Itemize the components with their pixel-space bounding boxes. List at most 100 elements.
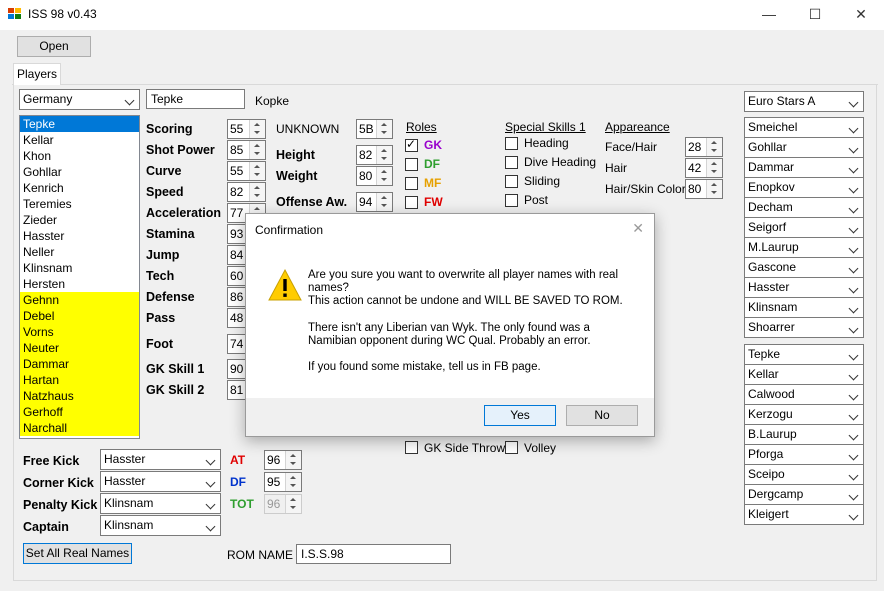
stepper-arrows-icon[interactable] <box>376 193 392 211</box>
role-label: DF <box>424 157 440 171</box>
role-gk-checkbox[interactable] <box>405 137 418 152</box>
player-list-item[interactable]: Gohllar <box>20 164 139 180</box>
player-list-item[interactable]: Klinsnam <box>20 260 139 276</box>
stepper-arrows-icon[interactable] <box>285 473 301 491</box>
player-list-item[interactable]: Hasster <box>20 228 139 244</box>
lineup-select[interactable]: Kleigert <box>744 504 864 525</box>
tab-players[interactable]: Players <box>13 63 61 85</box>
stepper-arrows-icon[interactable] <box>706 159 722 177</box>
height-stepper[interactable]: 82 <box>356 145 393 165</box>
lineup-select[interactable]: M.Laurup <box>744 237 864 258</box>
lineup-select[interactable]: Gascone <box>744 257 864 278</box>
stepper-arrows-icon[interactable] <box>249 162 265 180</box>
player-list-item[interactable]: Kellar <box>20 132 139 148</box>
close-icon[interactable]: ✕ <box>838 0 884 30</box>
stepper-arrows-icon[interactable] <box>285 495 301 513</box>
set-piece-label: Penalty Kick <box>23 498 98 512</box>
appearance-stepper[interactable]: 80 <box>685 179 723 199</box>
rom-name-input[interactable]: I.S.S.98 <box>296 544 451 564</box>
yes-button[interactable]: Yes <box>484 405 556 426</box>
skill-checkbox[interactable] <box>505 194 518 207</box>
lineup-select[interactable]: Seigorf <box>744 217 864 238</box>
lineup-player: Kerzogu <box>748 407 793 421</box>
stepper-arrows-icon[interactable] <box>376 146 392 164</box>
lineup-select[interactable]: Decham <box>744 197 864 218</box>
player-list-item[interactable]: Neller <box>20 244 139 260</box>
offense-stepper[interactable]: 94 <box>356 192 393 212</box>
lineup-select[interactable]: Klinsnam <box>744 297 864 318</box>
role-mf-checkbox[interactable] <box>405 177 418 190</box>
lineup-select[interactable]: Dammar <box>744 157 864 178</box>
weight-stepper[interactable]: 80 <box>356 166 393 186</box>
stat-stepper[interactable]: 82 <box>227 182 266 202</box>
rating-stepper[interactable]: 96 <box>264 450 302 470</box>
lineup-select[interactable]: Dergcamp <box>744 484 864 505</box>
player-list-item[interactable]: Tepke <box>20 116 139 132</box>
set-piece-select[interactable]: Klinsnam <box>100 515 221 536</box>
set-piece-select[interactable]: Hasster <box>100 471 221 492</box>
player-list-item[interactable]: Zieder <box>20 212 139 228</box>
player-list-item[interactable]: Khon <box>20 148 139 164</box>
lineup-select[interactable]: Kellar <box>744 364 864 385</box>
lineup-select[interactable]: B.Laurup <box>744 424 864 445</box>
skill-checkbox[interactable] <box>505 156 518 169</box>
right-team-select[interactable]: Euro Stars A <box>744 91 864 112</box>
team-select[interactable]: Germany <box>19 89 140 110</box>
no-button[interactable]: No <box>566 405 638 426</box>
lineup-select[interactable]: Sceipo <box>744 464 864 485</box>
lineup-select[interactable]: Gohllar <box>744 137 864 158</box>
lineup-select[interactable]: Enopkov <box>744 177 864 198</box>
player-list-item[interactable]: Neuter <box>20 340 139 356</box>
player-list-item[interactable]: Hersten <box>20 276 139 292</box>
stat-stepper[interactable]: 55 <box>227 161 266 181</box>
stepper-arrows-icon[interactable] <box>249 141 265 159</box>
lineup-select[interactable]: Shoarrer <box>744 317 864 338</box>
player-list-item[interactable]: Teremies <box>20 196 139 212</box>
volley-checkbox[interactable] <box>505 441 518 454</box>
stepper-arrows-icon[interactable] <box>706 138 722 156</box>
maximize-icon[interactable]: ☐ <box>792 0 838 30</box>
player-list-item[interactable]: Narchall <box>20 420 139 436</box>
player-list-item[interactable]: Vorns <box>20 324 139 340</box>
stepper-arrows-icon[interactable] <box>376 167 392 185</box>
stepper-arrows-icon[interactable] <box>706 180 722 198</box>
gk-side-throw-checkbox[interactable] <box>405 441 418 454</box>
role-df-checkbox[interactable] <box>405 158 418 171</box>
stepper-arrows-icon[interactable] <box>285 451 301 469</box>
player-list-item[interactable]: Dammar <box>20 356 139 372</box>
set-piece-select[interactable]: Hasster <box>100 449 221 470</box>
unknown-stepper[interactable]: 5B <box>356 119 393 139</box>
player-name-input[interactable]: Tepke <box>146 89 245 109</box>
lineup-select[interactable]: Calwood <box>744 384 864 405</box>
skill-checkbox[interactable] <box>505 137 518 150</box>
stepper-arrows-icon[interactable] <box>249 120 265 138</box>
stat-stepper[interactable]: 85 <box>227 140 266 160</box>
player-list-item[interactable]: Hartan <box>20 372 139 388</box>
set-piece-select[interactable]: Klinsnam <box>100 493 221 514</box>
player-list-item[interactable]: Natzhaus <box>20 388 139 404</box>
lineup-select[interactable]: Smeichel <box>744 117 864 138</box>
rating-stepper[interactable]: 95 <box>264 472 302 492</box>
player-list-item[interactable]: Gerhoff <box>20 404 139 420</box>
role-fw-checkbox[interactable] <box>405 196 418 209</box>
appearance-stepper[interactable]: 42 <box>685 158 723 178</box>
open-button[interactable]: Open <box>17 36 91 57</box>
minimize-icon[interactable]: — <box>746 0 792 30</box>
player-list-item[interactable]: Debel <box>20 308 139 324</box>
player-list-item[interactable]: Gehnn <box>20 292 139 308</box>
stepper-arrows-icon[interactable] <box>376 120 392 138</box>
stepper-arrows-icon[interactable] <box>249 183 265 201</box>
stat-stepper[interactable]: 55 <box>227 119 266 139</box>
player-list-item[interactable]: Kenrich <box>20 180 139 196</box>
appearance-header: Appareance <box>605 120 670 134</box>
dialog-close-icon[interactable]: ✕ <box>632 220 644 237</box>
appearance-stepper[interactable]: 28 <box>685 137 723 157</box>
lineup-select[interactable]: Pforga <box>744 444 864 465</box>
set-all-real-names-button[interactable]: Set All Real Names <box>23 543 132 564</box>
lineup-select[interactable]: Kerzogu <box>744 404 864 425</box>
skill-checkbox[interactable] <box>505 175 518 188</box>
player-list[interactable]: Tepke Kellar Khon Gohllar Kenrich Teremies Zie… <box>19 115 140 439</box>
lineup-select[interactable]: Hasster <box>744 277 864 298</box>
lineup-select[interactable]: Tepke <box>744 344 864 365</box>
rating-stepper[interactable]: 96 <box>264 494 302 514</box>
